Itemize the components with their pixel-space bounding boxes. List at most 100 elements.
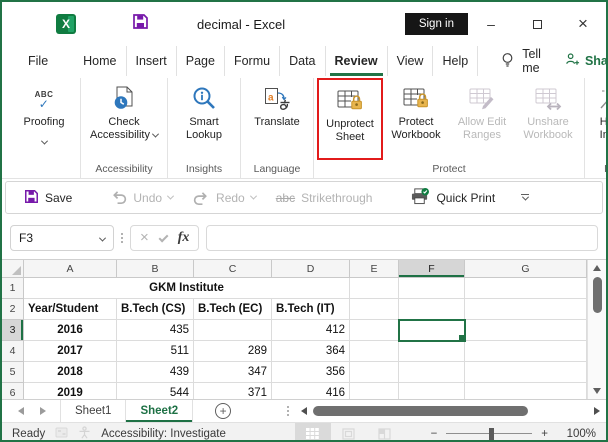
col-header-C[interactable]: C: [194, 260, 272, 278]
unprotect-sheet-button[interactable]: Unprotect Sheet: [319, 80, 381, 158]
cell-G1[interactable]: [465, 278, 587, 299]
smart-lookup-button[interactable]: Smart Lookup: [171, 78, 237, 160]
page-break-view-button[interactable]: [367, 423, 403, 440]
accessibility-person-icon[interactable]: [78, 425, 91, 441]
cell-C6[interactable]: 371: [194, 383, 272, 399]
zoom-out-button[interactable]: −: [431, 428, 438, 440]
cell-F5[interactable]: [399, 362, 465, 383]
macro-record-icon[interactable]: [55, 427, 68, 441]
cell-A4[interactable]: 2017: [24, 341, 117, 362]
vertical-scroll-thumb[interactable]: [592, 277, 602, 313]
cell-C3[interactable]: [194, 320, 272, 341]
row-header-2[interactable]: 2: [2, 299, 24, 320]
cell-F2[interactable]: [399, 299, 465, 320]
row-header-3[interactable]: 3: [2, 320, 24, 341]
tab-page-layout[interactable]: Page: [177, 46, 225, 76]
tab-data[interactable]: Data: [280, 46, 326, 76]
cell-G3[interactable]: [465, 320, 587, 341]
tab-splitter-grip[interactable]: [287, 406, 290, 416]
scroll-down-icon[interactable]: [593, 388, 601, 394]
cell-E3[interactable]: [350, 320, 399, 341]
normal-view-button[interactable]: [294, 423, 331, 440]
scroll-up-icon[interactable]: [593, 265, 601, 271]
scroll-left-icon[interactable]: [301, 407, 308, 415]
row-header-4[interactable]: 4: [2, 341, 24, 362]
cell-C5[interactable]: 347: [194, 362, 272, 383]
cell-C2[interactable]: B.Tech (EC): [194, 299, 272, 320]
scroll-right-icon[interactable]: [594, 407, 600, 415]
zoom-slider-thumb[interactable]: [489, 427, 495, 440]
insert-function-button[interactable]: fx: [178, 230, 190, 246]
col-header-G[interactable]: G: [465, 260, 587, 278]
minimize-button[interactable]: –: [468, 16, 514, 32]
tab-formulas[interactable]: Formu: [225, 46, 281, 76]
tab-insert[interactable]: Insert: [127, 46, 177, 76]
col-header-F[interactable]: F: [399, 260, 465, 278]
cell-D2[interactable]: B.Tech (IT): [272, 299, 350, 320]
cell-E1[interactable]: [350, 278, 399, 299]
tab-home[interactable]: Home: [74, 46, 127, 76]
cell-C4[interactable]: 289: [194, 341, 272, 362]
horizontal-scrollbar[interactable]: [313, 406, 588, 417]
qat-quick-print-button[interactable]: Quick Print: [402, 187, 503, 208]
horizontal-scroll-thumb[interactable]: [313, 406, 528, 416]
add-sheet-button[interactable]: +: [215, 403, 232, 419]
tab-view[interactable]: View: [388, 46, 434, 76]
cell-D4[interactable]: 364: [272, 341, 350, 362]
cell-B3[interactable]: 435: [117, 320, 194, 341]
proofing-button[interactable]: ABC ✓ Proofing: [11, 78, 77, 160]
formula-input[interactable]: [206, 224, 598, 251]
hide-ink-button[interactable]: Hide Ink: [588, 78, 606, 160]
tab-review[interactable]: Review: [326, 46, 388, 76]
cell-D6[interactable]: 416: [272, 383, 350, 399]
sheet-tab-sheet2[interactable]: Sheet2: [125, 400, 194, 422]
vertical-scrollbar[interactable]: [587, 260, 606, 399]
cell-G2[interactable]: [465, 299, 587, 320]
col-header-B[interactable]: B: [117, 260, 194, 278]
cell-A1-merged-title[interactable]: GKM Institute: [24, 278, 350, 299]
cell-B5[interactable]: 439: [117, 362, 194, 383]
page-layout-view-button[interactable]: [331, 423, 367, 440]
row-header-6[interactable]: 6: [2, 383, 24, 399]
zoom-in-button[interactable]: +: [541, 428, 548, 440]
col-header-E[interactable]: E: [350, 260, 399, 278]
cell-G4[interactable]: [465, 341, 587, 362]
cell-E2[interactable]: [350, 299, 399, 320]
select-all-corner[interactable]: [2, 260, 24, 278]
share-button[interactable]: Share: [559, 46, 606, 76]
protect-workbook-button[interactable]: Protect Workbook: [383, 78, 449, 160]
col-header-A[interactable]: A: [24, 260, 117, 278]
translate-button[interactable]: a Translate: [244, 78, 310, 160]
cell-F1[interactable]: [399, 278, 465, 299]
cell-F6[interactable]: [399, 383, 465, 399]
cell-E5[interactable]: [350, 362, 399, 383]
col-header-D[interactable]: D: [272, 260, 350, 278]
cell-D5[interactable]: 356: [272, 362, 350, 383]
sign-in-button[interactable]: Sign in: [404, 13, 468, 35]
row-header-5[interactable]: 5: [2, 362, 24, 383]
check-accessibility-button[interactable]: Check Accessibility: [84, 78, 164, 160]
next-sheet-icon[interactable]: [40, 407, 46, 415]
qat-overflow-button[interactable]: [521, 193, 530, 201]
cell-A6[interactable]: 2019: [24, 383, 117, 399]
save-icon[interactable]: [132, 13, 149, 35]
cell-E6[interactable]: [350, 383, 399, 399]
name-box[interactable]: F3: [10, 224, 114, 251]
row-header-1[interactable]: 1: [2, 278, 24, 299]
accessibility-status[interactable]: Accessibility: Investigate: [101, 428, 226, 440]
tab-help[interactable]: Help: [433, 46, 479, 76]
formula-bar-grip[interactable]: [121, 232, 123, 243]
prev-sheet-icon[interactable]: [18, 407, 24, 415]
cell-G6[interactable]: [465, 383, 587, 399]
cell-A2[interactable]: Year/Student: [24, 299, 117, 320]
cell-F4[interactable]: [399, 341, 465, 362]
cell-B2[interactable]: B.Tech (CS): [117, 299, 194, 320]
close-button[interactable]: ×: [560, 14, 606, 34]
cell-A5[interactable]: 2018: [24, 362, 117, 383]
tab-file[interactable]: File: [16, 46, 60, 76]
tell-me-box[interactable]: Tell me: [492, 46, 549, 76]
sheet-tab-sheet1[interactable]: Sheet1: [60, 400, 125, 422]
cell-A3[interactable]: 2016: [24, 320, 117, 341]
cell-D3[interactable]: 412: [272, 320, 350, 341]
zoom-level[interactable]: 100%: [562, 428, 596, 440]
